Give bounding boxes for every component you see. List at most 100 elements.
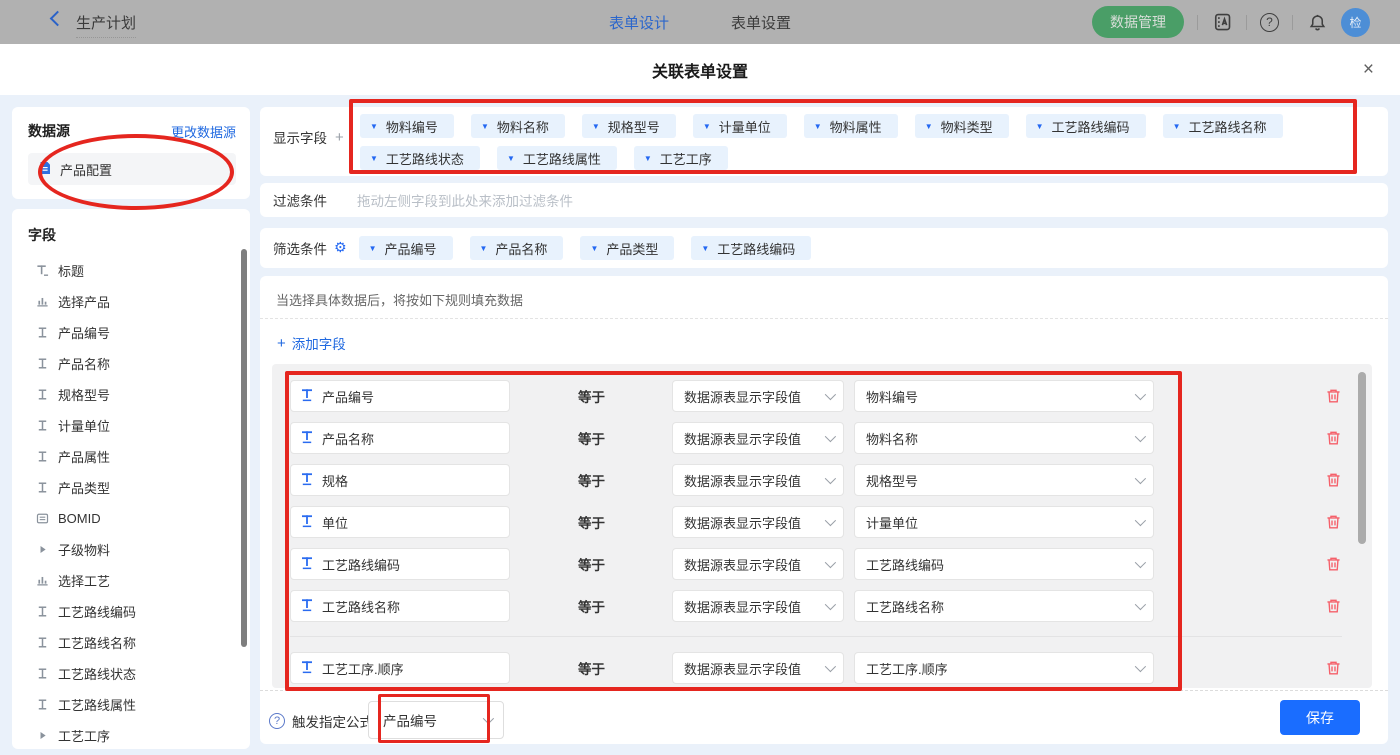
caret-down-icon xyxy=(590,244,598,253)
field-list-item[interactable]: 规格型号 xyxy=(28,379,250,410)
save-button[interactable]: 保存 xyxy=(1280,700,1360,735)
field-tag[interactable]: 工艺路线属性 xyxy=(497,146,617,170)
source-field-select[interactable]: 规格型号 xyxy=(854,464,1154,496)
help-icon[interactable] xyxy=(269,713,285,729)
field-tag[interactable]: 产品类型 xyxy=(580,236,674,260)
field-list-item[interactable]: 工艺路线属性 xyxy=(28,689,250,720)
field-list-item[interactable]: 选择产品 xyxy=(28,286,250,317)
field-list-item[interactable]: 计量单位 xyxy=(28,410,250,441)
datasource-selected-item[interactable]: 产品配置 xyxy=(28,153,236,185)
gear-icon[interactable] xyxy=(334,240,347,256)
data-manage-button[interactable]: 数据管理 xyxy=(1092,6,1184,38)
panel-footer: 触发指定公式 产品编号 保存 xyxy=(260,690,1388,744)
source-field-select[interactable]: 物料名称 xyxy=(854,422,1154,454)
fields-scrollbar[interactable] xyxy=(241,249,247,647)
user-avatar[interactable]: 检 xyxy=(1341,8,1370,37)
source-type-select[interactable]: 数据源表显示字段值 xyxy=(672,380,844,412)
field-tag[interactable]: 工艺工序 xyxy=(634,146,728,170)
target-field-label: 工艺路线编码 xyxy=(322,555,400,574)
operator-label: 等于 xyxy=(578,428,626,448)
filter-dropzone-placeholder[interactable]: 拖动左侧字段到此处来添加过滤条件 xyxy=(357,190,573,210)
source-type-select[interactable]: 数据源表显示字段值 xyxy=(672,652,844,684)
mapping-row: 产品名称 等于 数据源表显示字段值 物料名称 xyxy=(290,422,1342,454)
trigger-field-select[interactable]: 产品编号 xyxy=(368,701,504,739)
source-field-select[interactable]: 计量单位 xyxy=(854,506,1154,538)
field-list-item[interactable]: 工艺路线名称 xyxy=(28,627,250,658)
target-field-box[interactable]: 工艺路线编码 xyxy=(290,548,510,580)
target-field-box[interactable]: 规格 xyxy=(290,464,510,496)
delete-row-icon[interactable] xyxy=(1325,471,1342,489)
field-list-item[interactable]: 选择工艺 xyxy=(28,565,250,596)
delete-row-icon[interactable] xyxy=(1325,555,1342,573)
operator-label: 等于 xyxy=(578,554,626,574)
source-type-select[interactable]: 数据源表显示字段值 xyxy=(672,548,844,580)
change-datasource-link[interactable]: 更改数据源 xyxy=(171,122,236,141)
add-display-field-icon[interactable] xyxy=(335,129,344,146)
field-tag-label: 产品名称 xyxy=(495,239,547,258)
tab-form-design[interactable]: 表单设计 xyxy=(609,12,669,33)
delete-row-icon[interactable] xyxy=(1325,429,1342,447)
field-list-item[interactable]: 工艺路线编码 xyxy=(28,596,250,627)
tab-form-settings[interactable]: 表单设置 xyxy=(731,12,791,33)
field-tag[interactable]: 工艺路线状态 xyxy=(360,146,480,170)
help-icon[interactable] xyxy=(1260,13,1279,32)
source-field-select[interactable]: 工艺路线编码 xyxy=(854,548,1154,580)
field-tag[interactable]: 产品名称 xyxy=(470,236,564,260)
screen-filter-label: 筛选条件 xyxy=(273,238,327,258)
source-field-select[interactable]: 工艺路线名称 xyxy=(854,590,1154,622)
field-tag[interactable]: 计量单位 xyxy=(693,114,787,138)
field-tag-label: 物料类型 xyxy=(941,117,993,136)
caret-down-icon xyxy=(480,244,488,253)
field-tag[interactable]: 物料名称 xyxy=(471,114,565,138)
field-tag[interactable]: 工艺路线名称 xyxy=(1163,114,1283,138)
rules-scrollbar[interactable] xyxy=(1358,372,1366,544)
field-tag[interactable]: 物料类型 xyxy=(915,114,1009,138)
target-field-box[interactable]: 产品编号 xyxy=(290,380,510,412)
field-tag[interactable]: 工艺路线编码 xyxy=(1026,114,1146,138)
source-type-select[interactable]: 数据源表显示字段值 xyxy=(672,590,844,622)
source-type-select[interactable]: 数据源表显示字段值 xyxy=(672,464,844,496)
field-list-item[interactable]: 产品类型 xyxy=(28,472,250,503)
target-field-box[interactable]: 工艺工序.顺序 xyxy=(290,652,510,684)
delete-row-icon[interactable] xyxy=(1325,597,1342,615)
text-field-icon xyxy=(300,556,314,573)
bell-icon[interactable] xyxy=(1306,11,1328,33)
text-field-icon xyxy=(300,598,314,615)
source-field-select[interactable]: 工艺工序.顺序 xyxy=(854,652,1154,684)
field-list-item[interactable]: 产品名称 xyxy=(28,348,250,379)
text-field-icon xyxy=(35,698,49,712)
document-icon xyxy=(38,161,52,178)
field-list-item[interactable]: 工艺工序 xyxy=(28,720,250,749)
display-fields-panel: 显示字段 物料编号 物料名称 规格型号 计量单位 物料属性 物料类型 工艺路线编… xyxy=(260,107,1388,176)
close-icon[interactable]: × xyxy=(1363,59,1374,81)
field-tag[interactable]: 产品编号 xyxy=(359,236,453,260)
delete-row-icon[interactable] xyxy=(1325,659,1342,677)
caret-down-icon xyxy=(1036,122,1044,131)
field-list-item[interactable]: 子级物料 xyxy=(28,534,250,565)
target-field-box[interactable]: 工艺路线名称 xyxy=(290,590,510,622)
field-list-item[interactable]: 工艺路线状态 xyxy=(28,658,250,689)
delete-row-icon[interactable] xyxy=(1325,387,1342,405)
delete-row-icon[interactable] xyxy=(1325,513,1342,531)
address-book-icon[interactable] xyxy=(1211,11,1233,33)
field-tag[interactable]: 工艺路线编码 xyxy=(691,236,811,260)
chevron-down-icon xyxy=(1135,431,1146,442)
field-item-label: 工艺路线状态 xyxy=(58,664,136,683)
target-field-box[interactable]: 产品名称 xyxy=(290,422,510,454)
field-tag[interactable]: 规格型号 xyxy=(582,114,676,138)
caret-down-icon xyxy=(701,244,709,253)
target-field-box[interactable]: 单位 xyxy=(290,506,510,538)
caret-down-icon xyxy=(814,122,822,131)
source-type-select[interactable]: 数据源表显示字段值 xyxy=(672,422,844,454)
target-field-label: 产品编号 xyxy=(322,387,374,406)
field-tag-label: 工艺路线状态 xyxy=(386,149,464,168)
field-list-item[interactable]: BOMID xyxy=(28,503,250,534)
source-type-select[interactable]: 数据源表显示字段值 xyxy=(672,506,844,538)
add-field-link[interactable]: 添加字段 xyxy=(277,333,346,353)
field-list-item[interactable]: 产品属性 xyxy=(28,441,250,472)
field-tag[interactable]: 物料属性 xyxy=(804,114,898,138)
source-field-select[interactable]: 物料编号 xyxy=(854,380,1154,412)
field-list-item[interactable]: 产品编号 xyxy=(28,317,250,348)
field-tag[interactable]: 物料编号 xyxy=(360,114,454,138)
field-list-item[interactable]: 标题 xyxy=(28,255,250,286)
